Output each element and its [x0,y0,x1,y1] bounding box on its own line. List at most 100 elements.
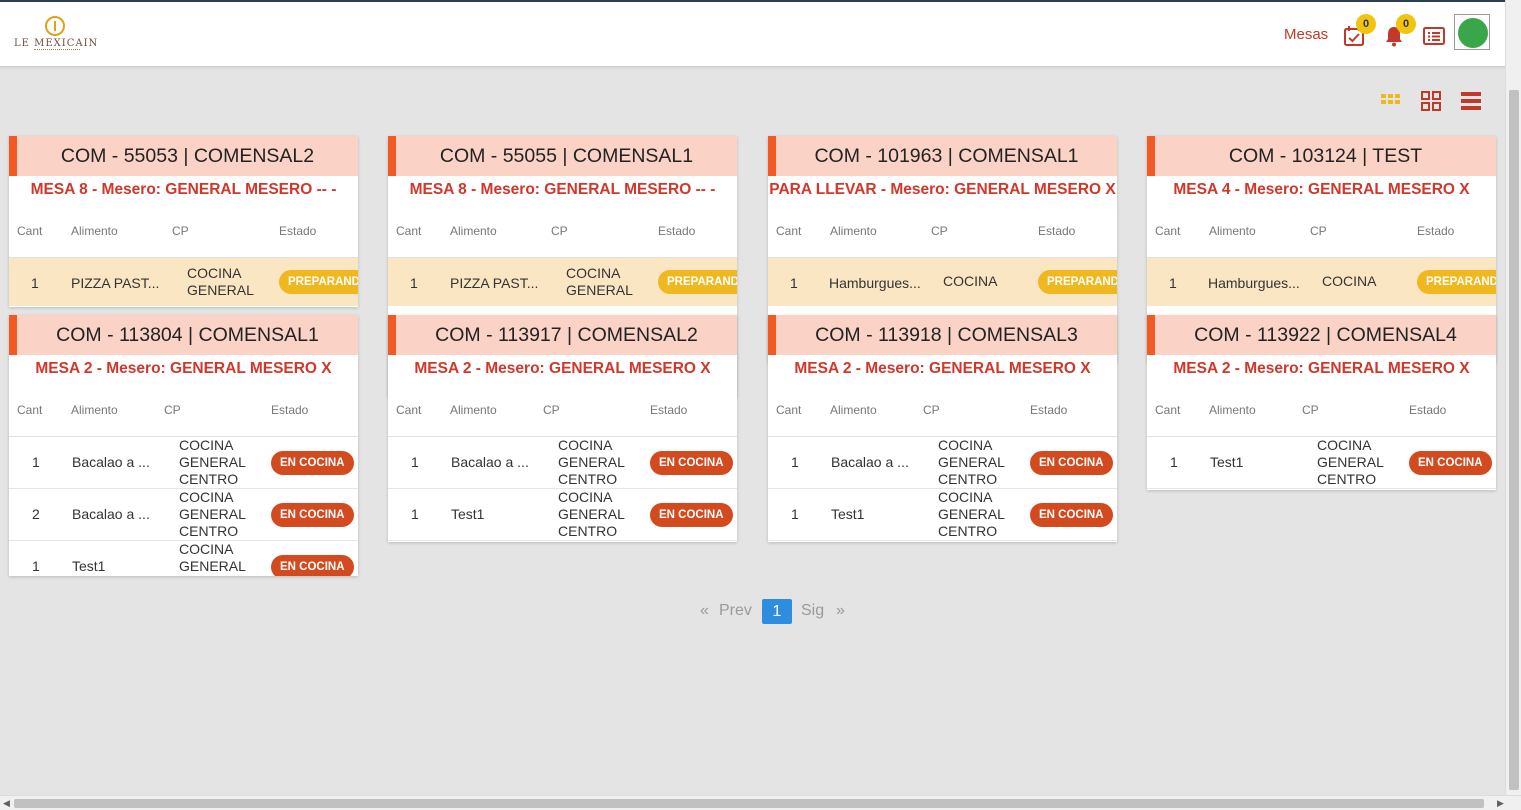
status-badge[interactable]: EN COCINA [1030,451,1113,475]
item-quantity: 1 [31,275,39,291]
item-name: Hamburgues... [829,275,921,291]
status-badge[interactable]: EN COCINA [650,503,733,527]
order-card-title: COM - 101963 | COMENSAL1 [768,136,1117,176]
column-header-cant: Cant [776,224,802,238]
column-header-estado: Estado [271,403,309,417]
item-cp-line: CENTRO [1317,471,1377,487]
order-card-title: COM - 113804 | COMENSAL1 [9,315,358,355]
order-card-subtitle: MESA 2 - Mesero: GENERAL MESERO X [1173,360,1470,377]
order-item-row[interactable]: 1 Test1 COCINA GENERAL EN COCINA [9,541,358,576]
column-header-cp: CP [923,403,940,417]
horizontal-scrollbar[interactable]: ◀ ▶ [0,795,1521,810]
scroll-right-arrow-icon[interactable]: ▶ [1497,798,1504,809]
item-name: Bacalao a ... [72,454,150,470]
column-header-alimento: Alimento [1209,403,1256,417]
item-cp-line: COCINA [566,265,621,281]
scroll-left-arrow-icon[interactable]: ◀ [3,798,10,809]
order-item-row[interactable]: 1 Test1 COCINA GENERAL CENTRO EN COCINA [388,489,737,541]
order-item-row[interactable]: 1 Bacalao a ... COCINA GENERAL CENTRO EN COCI… [9,437,358,489]
status-badge[interactable]: EN COCINA [271,555,354,576]
item-quantity: 1 [1169,275,1177,291]
status-badge[interactable]: PREPARANDO [279,270,358,294]
status-badge[interactable]: EN COCINA [271,503,354,527]
order-card-column-headers: Cant Alimento CP Estado [1147,383,1496,437]
item-quantity: 1 [411,454,419,470]
order-card-subtitle: PARA LLEVAR - Mesero: GENERAL MESERO X [769,181,1116,198]
pagination-first[interactable]: « [700,602,709,620]
order-card-title: COM - 113922 | COMENSAL4 [1147,315,1496,355]
order-card-title: COM - 113917 | COMENSAL2 [388,315,737,355]
pagination-current-page[interactable]: 1 [762,599,792,624]
order-card[interactable]: COM - 113804 | COMENSAL1 MESA 2 - Mesero:… [9,315,358,576]
status-badge[interactable]: PREPARANDO [1417,270,1496,294]
view-small-grid-button[interactable] [1380,90,1402,112]
status-badge[interactable]: PREPARANDO [658,270,737,294]
order-card[interactable]: COM - 113918 | COMENSAL3 MESA 2 - Mesero:… [768,315,1117,542]
item-cp-line: GENERAL [558,506,625,522]
item-cp-line: GENERAL [938,506,1005,522]
column-header-alimento: Alimento [450,403,497,417]
order-item-row[interactable]: 1 Bacalao a ... COCINA GENERAL CENTRO EN COCI… [388,437,737,489]
order-card-subtitle: MESA 4 - Mesero: GENERAL MESERO X [1173,181,1470,198]
column-header-estado: Estado [279,224,317,238]
orders-button[interactable] [1422,24,1446,48]
order-item-row[interactable]: 2 Bacalao a ... COCINA GENERAL CENTRO EN COCI… [9,489,358,541]
status-badge[interactable]: EN COCINA [271,451,354,475]
order-item-row[interactable]: 1 PIZZA PAST... COCINAGENERAL PREPARANDO [388,258,737,306]
avatar-image [1458,18,1488,48]
pagination-next[interactable]: Sig [801,602,824,620]
column-header-estado: Estado [1030,403,1068,417]
order-item-row[interactable]: 1 Bacalao a ... COCINA GENERAL CENTRO EN COCI… [768,437,1117,489]
status-badge[interactable]: EN COCINA [650,451,733,475]
brand-tagline-decoration [34,49,80,52]
status-badge[interactable]: EN COCINA [1030,503,1113,527]
brand-logo[interactable]: LE MEXICAIN [14,14,98,56]
order-item-row[interactable]: 1 Hamburgues... COCINA PREPARANDO [1147,258,1496,306]
item-cp-line: COCINA [187,265,242,281]
view-list-button[interactable] [1460,90,1482,112]
order-card-title: COM - 103124 | TEST [1147,136,1496,176]
pagination-prev[interactable]: Prev [719,602,752,620]
order-item-row[interactable]: 1 Hamburgues... COCINA PREPARANDO [768,258,1117,306]
vertical-scrollbar[interactable] [1505,0,1521,795]
column-header-alimento: Alimento [71,403,118,417]
order-item-row[interactable]: 1 Test1 COCINA GENERAL CENTRO EN COCINA [768,489,1117,541]
status-badge[interactable]: EN COCINA [1409,451,1492,475]
order-card[interactable]: COM - 55053 | COMENSAL2 MESA 8 - Mesero: … [9,136,358,307]
order-item-row[interactable]: 1 PIZZA PAST... COCINAGENERAL PREPARANDO [9,258,358,306]
view-large-grid-button[interactable] [1420,90,1442,112]
order-card-column-headers: Cant Alimento CP Estado [9,383,358,437]
order-card-title: COM - 55055 | COMENSAL1 [388,136,737,176]
item-cp: COCINA GENERAL [187,265,254,299]
order-card-title: COM - 113918 | COMENSAL3 [768,315,1117,355]
item-name: PIZZA PAST... [450,275,539,291]
user-avatar[interactable] [1454,14,1490,50]
order-card[interactable]: COM - 113917 | COMENSAL2 MESA 2 - Mesero:… [388,315,737,542]
order-item-row[interactable]: 1 Test1 COCINA GENERAL CENTRO EN COCINA [1147,437,1496,489]
large-grid-icon [1421,91,1441,111]
nav-mesas-link[interactable]: Mesas [1284,26,1328,43]
item-name: Bacalao a ... [831,454,909,470]
order-card-column-headers: Cant Alimento CP Estado [768,204,1117,258]
column-header-alimento: Alimento [830,224,877,238]
pagination-last[interactable]: » [836,602,845,620]
order-card-column-headers: Cant Alimento CP Estado [388,204,737,258]
notifications-badge: 0 [1396,14,1416,34]
column-header-estado: Estado [1038,224,1076,238]
fork-logo-icon [45,16,65,36]
order-card[interactable]: COM - 113922 | COMENSAL4 MESA 2 - Mesero:… [1147,315,1496,490]
item-cp-line: CENTRO [938,471,998,487]
vertical-scrollbar-thumb[interactable] [1509,90,1519,790]
item-cp-line: GENERAL [179,506,246,522]
column-header-cp: CP [543,403,560,417]
item-cp-line: GENERAL [938,454,1005,470]
list-icon [1423,27,1445,45]
column-header-cant: Cant [1155,224,1181,238]
horizontal-scrollbar-thumb[interactable] [14,799,1484,808]
column-header-estado: Estado [650,403,688,417]
column-header-alimento: Alimento [71,224,118,238]
order-card-column-headers: Cant Alimento CP Estado [388,383,737,437]
item-cp: COCINA [1322,273,1376,290]
status-badge[interactable]: PREPARANDO [1038,270,1117,294]
order-card-subtitle: MESA 2 - Mesero: GENERAL MESERO X [414,360,711,377]
